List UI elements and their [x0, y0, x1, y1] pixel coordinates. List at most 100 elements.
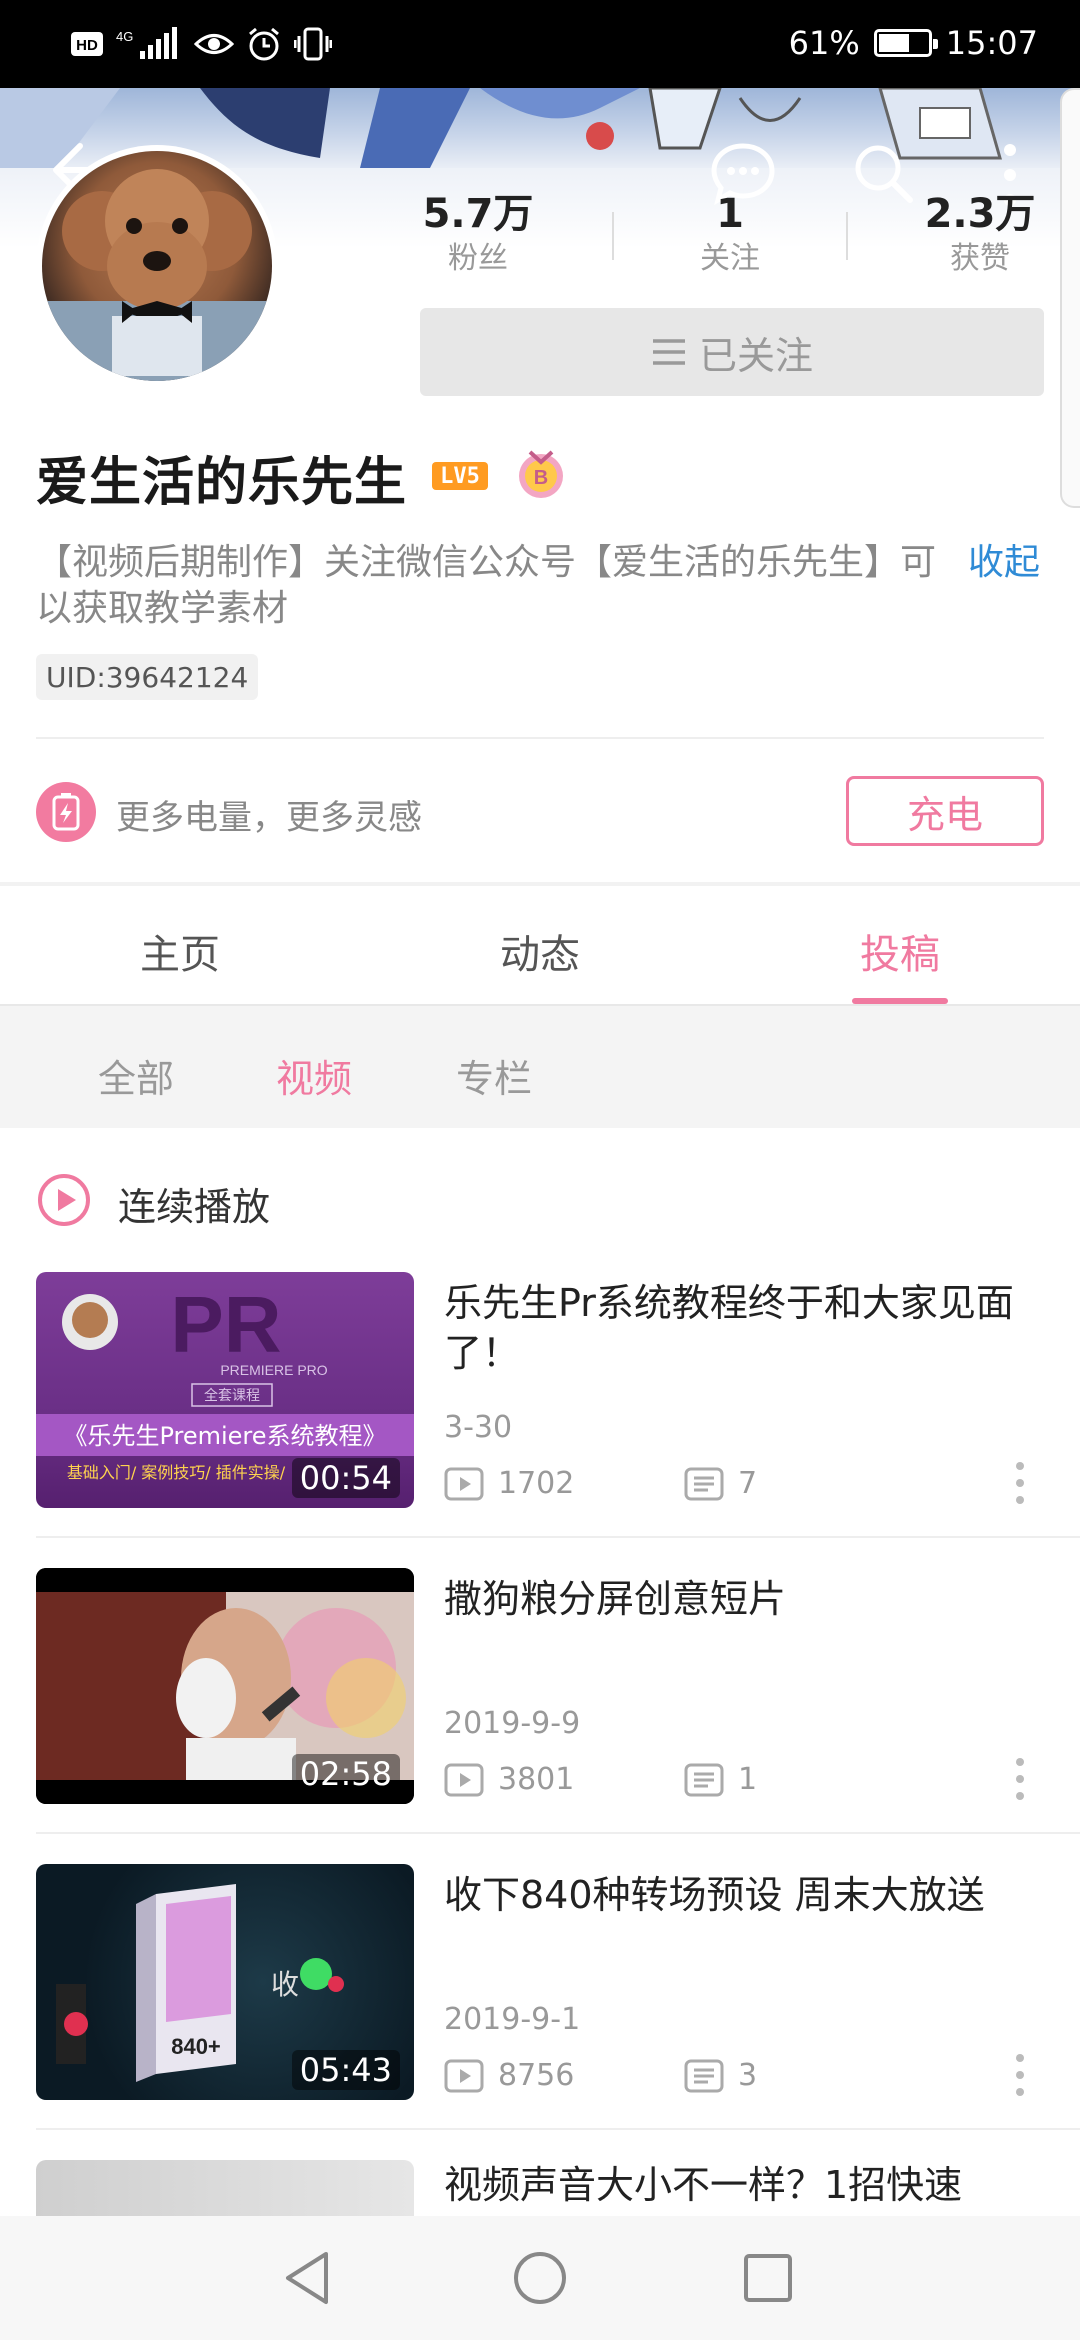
svg-text:PREMIERE PRO: PREMIERE PRO: [220, 1362, 327, 1378]
more-vertical-icon: [1016, 1462, 1024, 1504]
likes-count: 2.3万: [924, 191, 1036, 237]
svg-text:《乐先生Premiere系统教程》: 《乐先生Premiere系统教程》: [63, 1422, 386, 1450]
video-item[interactable]: PR PREMIERE PRO 全套课程 《乐先生Premiere系统教程》 基…: [0, 1272, 1080, 1568]
svg-text:收: 收: [271, 1968, 299, 2001]
tab-submissions[interactable]: 投稿: [800, 922, 1000, 980]
status-icons-right: 61% 15:07: [789, 24, 1038, 62]
comment-count: 1: [738, 1762, 758, 1797]
video-more-button[interactable]: [1010, 2050, 1030, 2100]
tab-dynamics[interactable]: 动态: [440, 922, 640, 980]
level-badge: LV5: [432, 462, 488, 490]
dog-avatar-image: [42, 169, 272, 381]
video-comments: 1: [684, 1762, 757, 1797]
filter-column[interactable]: 专栏: [456, 1048, 532, 1103]
fans-label: 粉丝: [448, 241, 508, 276]
video-item[interactable]: 视频声音大小不一样？1招快速: [0, 2160, 1080, 2216]
collapse-link[interactable]: 收起: [968, 540, 1040, 586]
video-duration: 00:54: [291, 1458, 400, 1498]
video-item[interactable]: 840+ 收 05:43 收下840种转场预设 周末大放送 2019-9-1 8…: [0, 1864, 1080, 2160]
stat-following[interactable]: 1 关注: [620, 190, 840, 280]
charge-button[interactable]: 充电: [846, 776, 1044, 846]
comment-count-icon: [684, 1467, 724, 1500]
stat-fans[interactable]: 5.7万 粉丝: [368, 190, 588, 280]
list-divider: [36, 1536, 1080, 1538]
play-circle-icon[interactable]: [36, 1172, 92, 1228]
side-drawer-handle[interactable]: [1060, 88, 1080, 508]
following-count: 1: [716, 191, 744, 237]
battery-level: [878, 34, 910, 52]
square-recents-icon: [744, 2254, 792, 2302]
username: 爱生活的乐先生: [36, 453, 408, 513]
battery-icon: [873, 29, 938, 57]
more-vertical-icon: [1016, 2054, 1024, 2096]
video-title[interactable]: 收下840种转场预设 周末大放送: [444, 1870, 1044, 1920]
svg-text:B: B: [534, 467, 548, 489]
divider: [36, 737, 1044, 739]
profile-tabs: 主页 动态 投稿: [0, 886, 1080, 1004]
video-comments: 3: [684, 2058, 757, 2093]
comment-count-icon: [684, 2059, 724, 2092]
battery-charge-icon: [36, 782, 96, 842]
stat-divider: [612, 212, 614, 260]
hd-icon: HD: [70, 24, 104, 64]
play-count-icon: [444, 2059, 484, 2092]
nav-recents-button[interactable]: [736, 2246, 800, 2310]
video-thumbnail[interactable]: PR PREMIERE PRO 全套课程 《乐先生Premiere系统教程》 基…: [36, 1272, 414, 1508]
svg-text:全套课程: 全套课程: [204, 1387, 260, 1404]
continuous-play-label[interactable]: 连续播放: [118, 1176, 270, 1231]
4g-signal-icon: 4G: [116, 24, 182, 64]
comment-count: 3: [738, 2058, 758, 2093]
following-label: 关注: [700, 241, 760, 276]
view-count: 8756: [498, 2058, 575, 2093]
svg-text:PR: PR: [170, 1280, 281, 1369]
more-vertical-icon: [1016, 1758, 1024, 1800]
video-date: 3-30: [444, 1410, 513, 1445]
video-title[interactable]: 撒狗粮分屏创意短片: [444, 1574, 1044, 1624]
medal-icon[interactable]: B: [516, 448, 566, 500]
tab-home[interactable]: 主页: [80, 922, 280, 980]
play-count-icon: [444, 1763, 484, 1796]
charge-slogan: 更多电量，更多灵感: [116, 798, 422, 838]
triangle-back-icon: [286, 2252, 328, 2304]
alarm-icon: [246, 24, 282, 64]
svg-text:840+: 840+: [171, 2034, 221, 2059]
video-item[interactable]: 02:58 撒狗粮分屏创意短片 2019-9-9 3801 1: [0, 1568, 1080, 1864]
fans-count: 5.7万: [422, 191, 534, 237]
status-bar: HD 4G 61% 15:07: [0, 0, 1080, 88]
list-divider: [36, 1832, 1080, 1834]
eye-icon: [194, 24, 234, 64]
avatar[interactable]: [36, 145, 278, 387]
battery-percent: 61%: [788, 24, 860, 62]
video-thumbnail[interactable]: [36, 2160, 414, 2216]
video-date: 2019-9-1: [444, 2002, 581, 2037]
menu-lines-icon: [652, 339, 685, 365]
view-count: 1702: [498, 1466, 575, 1501]
view-count: 3801: [498, 1762, 575, 1797]
clock: 15:07: [945, 24, 1038, 62]
filter-video[interactable]: 视频: [276, 1048, 352, 1103]
circle-home-icon: [514, 2252, 566, 2304]
video-thumbnail[interactable]: 02:58: [36, 1568, 414, 1804]
video-views: 8756: [444, 2058, 574, 2093]
stat-likes[interactable]: 2.3万 获赞: [870, 190, 1080, 280]
video-date: 2019-9-9: [444, 1706, 581, 1741]
status-icons-left: HD 4G: [70, 24, 332, 64]
filter-all[interactable]: 全部: [98, 1048, 174, 1103]
bio-text: 【视频后期制作】关注微信公众号【爱生活的乐先生】可以获取教学素材: [36, 542, 937, 629]
nav-home-button[interactable]: [508, 2246, 572, 2310]
stat-divider: [846, 212, 848, 260]
video-duration: 02:58: [291, 1754, 400, 1794]
video-more-button[interactable]: [1010, 1754, 1030, 1804]
video-views: 1702: [444, 1466, 574, 1501]
video-duration: 05:43: [291, 2050, 400, 2090]
video-title[interactable]: 乐先生Pr系统教程终于和大家见面了！: [444, 1278, 1044, 1378]
video-thumbnail[interactable]: 840+ 收 05:43: [36, 1864, 414, 2100]
nav-back-button[interactable]: [276, 2246, 340, 2310]
video-title[interactable]: 视频声音大小不一样？1招快速: [444, 2160, 1044, 2210]
comment-count-icon: [684, 1763, 724, 1796]
video-views: 3801: [444, 1762, 574, 1797]
followed-button[interactable]: 已关注: [420, 308, 1044, 396]
likes-label: 获赞: [950, 241, 1010, 276]
video-more-button[interactable]: [1010, 1458, 1030, 1508]
list-divider: [36, 2128, 1080, 2130]
